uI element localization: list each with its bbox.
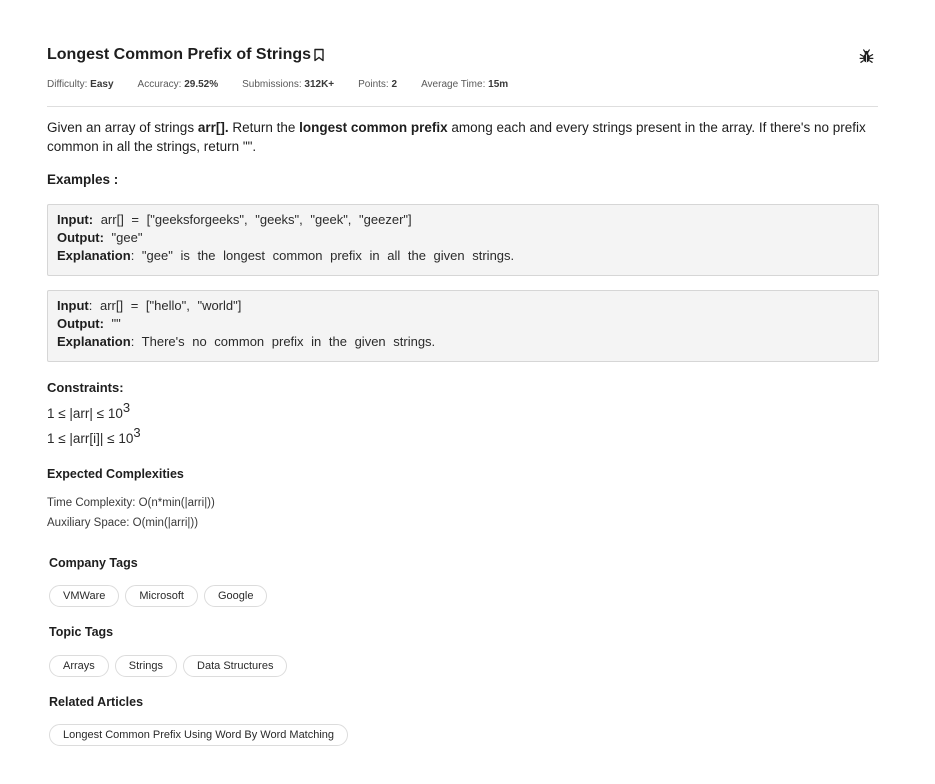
- problem-title-text: Longest Common Prefix of Strings: [47, 46, 312, 63]
- expected-complexities-heading: Expected Complexities: [47, 467, 184, 481]
- company-tag[interactable]: Google: [204, 585, 268, 607]
- description-bold: longest common prefix: [299, 120, 448, 135]
- difficulty: Difficulty: Easy: [47, 79, 114, 90]
- example-output: Output: "": [57, 315, 869, 333]
- bug-icon[interactable]: [859, 49, 874, 64]
- points-label: Points:: [358, 79, 389, 90]
- related-article-link[interactable]: Longest Common Prefix Using Word By Word…: [49, 724, 349, 746]
- output-label: Output:: [57, 316, 104, 331]
- bookmark-icon[interactable]: [313, 48, 325, 62]
- input-label: Input:: [57, 212, 94, 227]
- company-tags-heading: Company Tags: [49, 556, 138, 570]
- related-articles: Longest Common Prefix Using Word By Word…: [49, 724, 354, 746]
- accuracy: Accuracy: 29.52%: [138, 79, 219, 90]
- topic-tags: Arrays Strings Data Structures: [49, 655, 293, 677]
- accuracy-value: 29.52%: [184, 79, 219, 90]
- example-output: Output: "gee": [57, 229, 869, 247]
- example-box: Input: arr[] = ["hello", "world"] Output…: [47, 290, 879, 362]
- constraint-exponent: 3: [133, 425, 141, 440]
- output-value: "gee": [103, 230, 143, 245]
- topic-tags-heading: Topic Tags: [49, 625, 114, 639]
- average-time: Average Time: 15m: [421, 79, 508, 90]
- example-input: Input: arr[] = ["geeksforgeeks", "geeks"…: [57, 211, 869, 229]
- company-tag[interactable]: VMWare: [49, 585, 120, 607]
- explanation-value: : There's no common prefix in the given …: [130, 334, 436, 349]
- constraint-text: 1 ≤ |arr| ≤ 10: [47, 406, 123, 421]
- accuracy-label: Accuracy:: [137, 79, 182, 90]
- input-value: arr[] = ["geeksforgeeks", "geeks", "geek…: [93, 212, 412, 227]
- output-label: Output:: [57, 230, 104, 245]
- submissions: Submissions: 312K+: [242, 79, 334, 90]
- description-text: Return the: [228, 120, 300, 135]
- explanation-label: Explanation: [57, 248, 131, 263]
- topic-tag[interactable]: Data Structures: [183, 655, 288, 677]
- constraints-heading: Constraints:: [47, 380, 124, 395]
- difficulty-label: Difficulty:: [47, 79, 88, 90]
- topic-tag[interactable]: Strings: [114, 655, 178, 677]
- related-articles-heading: Related Articles: [49, 695, 144, 709]
- points-value: 2: [391, 79, 398, 90]
- example-explanation: Explanation: There's no common prefix in…: [57, 333, 869, 351]
- topic-tag[interactable]: Arrays: [49, 655, 109, 677]
- example-box: Input: arr[] = ["geeksforgeeks", "geeks"…: [47, 204, 879, 276]
- explanation-value: : "gee" is the longest common prefix in …: [130, 248, 515, 263]
- example-explanation: Explanation: "gee" is the longest common…: [57, 247, 869, 265]
- problem-meta: Difficulty: Easy Accuracy: 29.52% Submis…: [47, 79, 532, 90]
- constraint-text: 1 ≤ |arr[i]| ≤ 10: [47, 431, 134, 446]
- description-bold: arr[].: [197, 120, 229, 135]
- divider: [47, 106, 878, 107]
- average-time-value: 15m: [488, 79, 509, 90]
- points: Points: 2: [358, 79, 397, 90]
- problem-description: Given an array of strings arr[]. Return …: [47, 118, 878, 156]
- problem-title: Longest Common Prefix of Strings: [47, 46, 325, 64]
- constraint-exponent: 3: [122, 400, 131, 415]
- company-tags: VMWare Microsoft Google: [49, 585, 273, 607]
- example-input: Input: arr[] = ["hello", "world"]: [57, 297, 869, 315]
- explanation-label: Explanation: [57, 334, 131, 349]
- difficulty-value: Easy: [90, 79, 114, 90]
- submissions-value: 312K+: [304, 79, 335, 90]
- company-tag[interactable]: Microsoft: [125, 585, 198, 607]
- description-text: Given an array of strings: [47, 120, 198, 135]
- input-label: Input: [57, 298, 89, 313]
- constraint: 1 ≤ |arr[i]| ≤ 103: [47, 425, 141, 446]
- submissions-label: Submissions:: [242, 79, 302, 90]
- examples-heading: Examples :: [47, 172, 119, 187]
- auxiliary-space: Auxiliary Space: O(min(|arri|)): [47, 517, 199, 529]
- average-time-label: Average Time:: [421, 79, 486, 90]
- constraint: 1 ≤ |arr| ≤ 103: [47, 400, 130, 421]
- input-value: : arr[] = ["hello", "world"]: [88, 298, 242, 313]
- time-complexity: Time Complexity: O(n*min(|arri|)): [47, 497, 215, 509]
- title-row: Longest Common Prefix of Strings: [47, 46, 878, 68]
- output-value: "": [103, 316, 121, 331]
